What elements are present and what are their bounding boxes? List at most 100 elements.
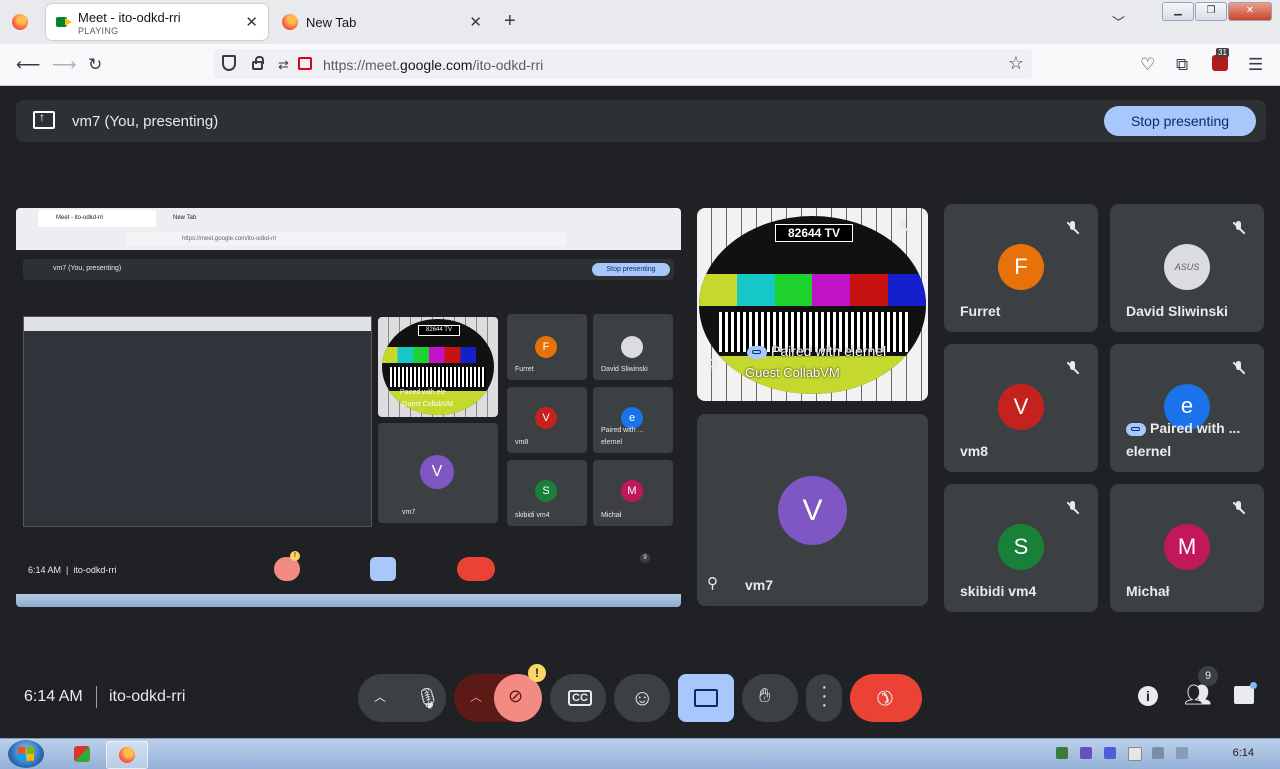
- camera-warning-badge: !: [528, 664, 546, 682]
- window-controls: ▁ ❐ ✕: [1162, 2, 1272, 21]
- shield-icon[interactable]: [222, 55, 236, 71]
- tray-network-icon[interactable]: [1056, 747, 1068, 759]
- tile-vm8[interactable]: V vm8: [944, 344, 1098, 472]
- mic-off-icon: [1066, 361, 1079, 375]
- tray-app-icon[interactable]: [1104, 747, 1116, 759]
- tile-tv-guest[interactable]: 82644 TV Paired with elernel ⚲ Guest Col…: [697, 208, 928, 401]
- ss-avatar: F: [535, 336, 557, 358]
- ss-avatar: S: [535, 480, 557, 502]
- chevron-up-icon[interactable]: ︿: [470, 688, 482, 705]
- app-icon: [74, 746, 90, 762]
- chevron-down-icon[interactable]: ﹀: [1112, 12, 1125, 31]
- tile-david-sliwinski[interactable]: ASUS David Sliwinski: [1110, 204, 1264, 332]
- camera-blocked-icon[interactable]: [298, 57, 312, 70]
- tab-meet-status: PLAYING: [78, 26, 119, 36]
- avatar: V: [998, 384, 1044, 430]
- emoji-button[interactable]: ☺: [614, 674, 670, 722]
- ss-name: David Sliwinski: [601, 366, 648, 373]
- participant-name: vm8: [960, 443, 989, 459]
- ss-self-tile: V vm7: [378, 423, 498, 523]
- menu-icon[interactable]: ☰: [1248, 55, 1263, 75]
- new-tab-icon[interactable]: +: [504, 10, 516, 33]
- meet-page: vm7 (You, presenting) Stop presenting Me…: [0, 86, 1280, 738]
- ss-avatar: M: [621, 480, 643, 502]
- url-prefix: https://meet.: [323, 57, 401, 73]
- participant-name: Furret: [960, 303, 1001, 319]
- extension-icon[interactable]: 31: [1212, 48, 1229, 71]
- extensions-icon[interactable]: ⧉: [1176, 55, 1188, 75]
- participant-name: elernel: [1126, 443, 1172, 459]
- mic-off-icon: [1232, 221, 1245, 235]
- taskbar-clock[interactable]: 6:14: [1233, 747, 1254, 759]
- back-icon[interactable]: ⟵: [16, 55, 40, 75]
- close-icon[interactable]: ✕: [245, 13, 258, 31]
- ss-leave-button: [457, 557, 495, 581]
- pin-icon[interactable]: ⚲: [707, 356, 718, 374]
- taskbar-firefox[interactable]: [106, 741, 148, 769]
- screen-share-tile[interactable]: Meet - ito-odkd-rri New Tab https://meet…: [16, 208, 681, 607]
- ss-tv-pair: Paired with ele: [400, 389, 446, 396]
- mic-off-icon: [897, 220, 910, 234]
- ss-people-count: 9: [640, 553, 650, 563]
- stop-presenting-button[interactable]: Stop presenting: [1104, 106, 1256, 136]
- more-options-button[interactable]: · · ·: [806, 674, 842, 722]
- mic-button-group: ︿ 🎙︎: [358, 674, 446, 722]
- url-text[interactable]: https://meet.google.com/ito-odkd-rri: [323, 57, 543, 73]
- ss-name: skibidi vm4: [515, 512, 550, 519]
- paired-text: Paired with ...: [1126, 420, 1240, 436]
- tile-michal[interactable]: M Michał: [1110, 484, 1264, 612]
- maximize-button[interactable]: ❐: [1195, 2, 1227, 21]
- info-icon[interactable]: i: [1138, 686, 1158, 706]
- present-icon: [33, 110, 55, 129]
- tile-skibidi-vm4[interactable]: S skibidi vm4: [944, 484, 1098, 612]
- tray-display-icon[interactable]: [1152, 747, 1164, 759]
- ss-browser-chrome: Meet - ito-odkd-rri New Tab https://meet…: [16, 208, 681, 250]
- tile-elernel[interactable]: e Paired with ... elernel: [1110, 344, 1264, 472]
- pocket-icon[interactable]: ♡: [1140, 55, 1155, 75]
- tile-furret[interactable]: F Furret: [944, 204, 1098, 332]
- start-button[interactable]: [8, 740, 44, 768]
- forward-icon[interactable]: ⟶: [52, 55, 76, 75]
- firefox-icon: [282, 14, 298, 30]
- captions-button[interactable]: CC: [550, 674, 606, 722]
- participant-name: Michał: [1126, 583, 1170, 599]
- url-path: /ito-odkd-rri: [472, 57, 544, 73]
- tab-meet-title: Meet - ito-odkd-rri: [78, 10, 181, 25]
- close-icon[interactable]: ✕: [469, 13, 482, 31]
- leave-call-button[interactable]: ✆: [850, 674, 922, 722]
- tray-mic-icon[interactable]: [1080, 747, 1092, 759]
- tab-new[interactable]: New Tab ✕: [274, 4, 492, 40]
- tray-doc-icon[interactable]: [1128, 747, 1142, 761]
- chevron-up-icon[interactable]: ︿: [374, 688, 386, 705]
- window-close-button[interactable]: ✕: [1228, 2, 1272, 21]
- present-button[interactable]: [678, 674, 734, 722]
- captions-icon: CC: [568, 690, 592, 706]
- participant-name: David Sliwinski: [1126, 303, 1228, 319]
- presenting-text: vm7 (You, presenting): [72, 113, 219, 130]
- tray-volume-icon[interactable]: [1176, 747, 1188, 759]
- tile-self[interactable]: V ⚲ vm7: [697, 414, 928, 606]
- mic-off-icon: [1232, 361, 1245, 375]
- mic-icon: 🎙︎: [415, 688, 441, 710]
- lock-icon[interactable]: [252, 56, 264, 70]
- tv-pair-text: Paired with elernel: [747, 343, 886, 359]
- minimize-button[interactable]: ▁: [1162, 2, 1194, 21]
- ss-tv-guest: Guest CollabVM: [402, 401, 453, 408]
- url-bar[interactable]: ⇄ https://meet.google.com/ito-odkd-rri ☆: [214, 49, 1032, 79]
- star-icon[interactable]: ☆: [1008, 53, 1024, 74]
- firefox-icon[interactable]: [12, 14, 28, 30]
- pin-icon[interactable]: ⚲: [707, 574, 718, 592]
- emoji-icon: ☺: [631, 685, 654, 710]
- ss-tile-skibidi: S skibidi vm4: [507, 460, 587, 526]
- mic-button[interactable]: 🎙︎: [398, 674, 446, 722]
- mic-off-icon: [1066, 501, 1079, 515]
- raise-hand-button[interactable]: ✋︎: [742, 674, 798, 722]
- tab-meet[interactable]: Meet - ito-odkd-rri PLAYING ✕: [46, 4, 268, 40]
- permissions-icon[interactable]: ⇄: [278, 57, 289, 73]
- ss-tab-new: New Tab: [173, 215, 197, 221]
- url-domain: google.com: [400, 57, 473, 73]
- reload-icon[interactable]: ↻: [88, 55, 102, 75]
- link-icon: [747, 345, 767, 359]
- chat-icon[interactable]: [1234, 686, 1254, 704]
- taskbar-app-pinned[interactable]: [62, 741, 102, 767]
